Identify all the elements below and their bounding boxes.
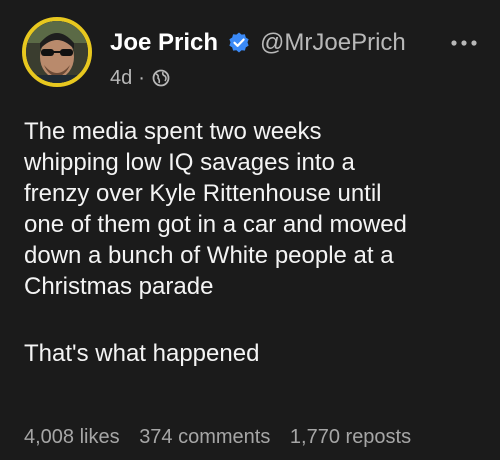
post-meta: 4d ·: [110, 64, 170, 92]
avatar[interactable]: [22, 17, 92, 87]
post-text-line: frenzy over Kyle Rittenhouse until: [24, 180, 382, 207]
post-text-line: one of them got in a car and mowed: [24, 211, 407, 238]
post-text-closing-line: That's what happened: [24, 340, 260, 367]
reposts-count[interactable]: 1,770 reposts: [290, 426, 411, 448]
globe-icon: [152, 69, 170, 87]
author-row: Joe Prich @MrJoePrich: [110, 27, 406, 59]
post-text-line: Christmas parade: [24, 273, 214, 300]
post-text-line: The media spent two weeks: [24, 118, 322, 145]
post-text-line: down a bunch of White people at a: [24, 242, 394, 269]
likes-count[interactable]: 4,008 likes: [24, 426, 120, 448]
post-text-line: whipping low IQ savages into a: [24, 149, 355, 176]
post-card: Joe Prich @MrJoePrich 4d · The media spe…: [0, 0, 500, 460]
more-options-icon[interactable]: [447, 36, 481, 50]
verified-badge-icon: [227, 31, 251, 55]
post-body: The media spent two weeks whipping low I…: [24, 116, 484, 369]
author-display-name[interactable]: Joe Prich: [110, 29, 218, 57]
meta-separator: ·: [138, 66, 145, 89]
author-handle[interactable]: @MrJoePrich: [260, 29, 406, 57]
engagement-stats: 4,008 likes 374 comments 1,770 reposts: [24, 426, 425, 449]
comments-count[interactable]: 374 comments: [139, 426, 270, 448]
avatar-image: [26, 21, 88, 83]
post-age[interactable]: 4d: [110, 67, 132, 90]
